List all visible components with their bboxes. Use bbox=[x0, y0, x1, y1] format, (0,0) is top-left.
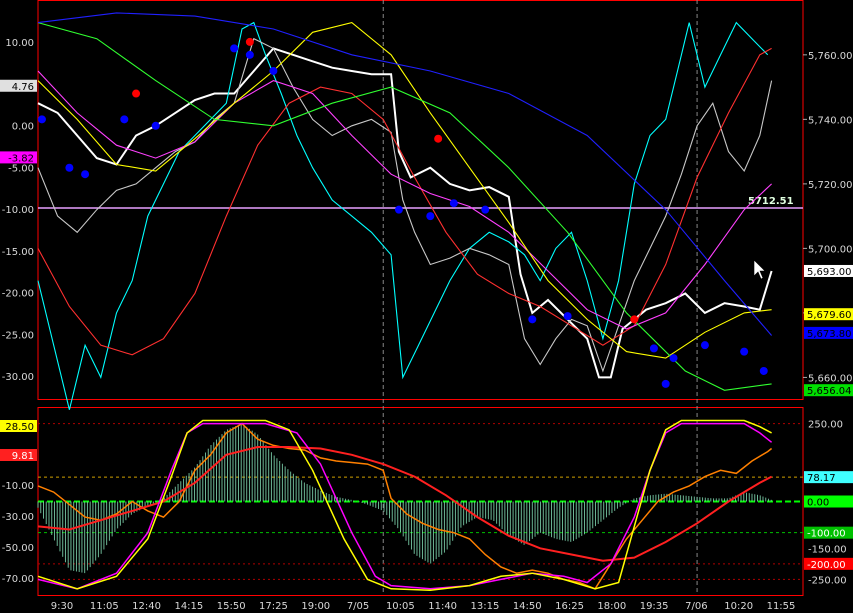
oscillator-panel bbox=[37, 419, 803, 592]
x-tick-label: 17:25 bbox=[259, 601, 288, 612]
price-panel: 5712.51 bbox=[37, 12, 803, 410]
x-tick-label: 16:25 bbox=[555, 601, 584, 612]
price-panel-border bbox=[37, 0, 804, 400]
x-tick-label: 7/05 bbox=[347, 601, 369, 612]
price-series-line bbox=[37, 47, 772, 356]
right-tick-label: 5,740.00 bbox=[808, 115, 853, 126]
signal-dot bbox=[426, 212, 435, 221]
left-tick-label: 10.00 bbox=[5, 38, 34, 49]
price-series-line bbox=[37, 70, 772, 330]
x-tick-label: 12:40 bbox=[132, 601, 161, 612]
oscillator-badge-label: -100.00 bbox=[807, 529, 846, 540]
signal-dot bbox=[563, 312, 572, 321]
oscillator-left-tick: -30.00 bbox=[2, 512, 34, 523]
signal-dot bbox=[132, 89, 141, 98]
left-tick-label: 0.00 bbox=[12, 122, 34, 133]
left-tick-label: -20.00 bbox=[2, 289, 34, 300]
signal-dot bbox=[81, 170, 90, 179]
signal-dot bbox=[630, 315, 639, 324]
x-tick-label: 19:35 bbox=[640, 601, 669, 612]
signal-dot bbox=[740, 347, 749, 356]
signal-dot bbox=[230, 44, 239, 53]
price-series-line bbox=[37, 37, 773, 373]
price-badge-label: 5,673.80 bbox=[807, 329, 852, 340]
price-series-line bbox=[37, 21, 769, 410]
x-tick-label: 14:50 bbox=[513, 601, 542, 612]
x-tick-label: 7/06 bbox=[685, 601, 707, 612]
left-tick-label: -10.00 bbox=[2, 205, 34, 216]
chart-canvas: 5712.51 10.00 0.00 -5.00 -10.00 -15.00 -20.00… bbox=[0, 0, 853, 612]
right-tick-label: 5,720.00 bbox=[808, 180, 853, 191]
x-tick-label: 18:00 bbox=[597, 601, 626, 612]
price-badge-label: 5,679.60 bbox=[807, 310, 852, 321]
trading-chart: 5712.51 10.00 0.00 -5.00 -10.00 -15.00 -20.00… bbox=[0, 0, 853, 613]
x-tick-label: 11:05 bbox=[90, 601, 119, 612]
signal-dot bbox=[120, 115, 129, 124]
price-series-line bbox=[37, 21, 772, 359]
x-tick-label: 11:40 bbox=[428, 601, 457, 612]
right-tick-label: 5,660.00 bbox=[808, 373, 853, 384]
x-tick-label: 9:30 bbox=[51, 601, 73, 612]
price-badge-label: 5,656.04 bbox=[807, 386, 852, 397]
signal-dot bbox=[481, 205, 490, 214]
reference-line-label: 5712.51 bbox=[748, 196, 794, 207]
signal-dot bbox=[700, 341, 709, 350]
signal-dot bbox=[245, 37, 254, 46]
signal-dot bbox=[269, 66, 278, 75]
oscillator-left-tick: -70.00 bbox=[2, 574, 34, 585]
left-tick-label: -30.00 bbox=[2, 372, 34, 383]
oscillator-left-tick: -10.00 bbox=[2, 481, 34, 492]
x-tick-label: 15:50 bbox=[217, 601, 246, 612]
signal-dot bbox=[669, 354, 678, 363]
right-tick-label: 5,700.00 bbox=[808, 244, 853, 255]
oscillator-badge-label: 0.00 bbox=[807, 498, 829, 509]
x-tick-label: 14:15 bbox=[174, 601, 203, 612]
oscillator-right-tick: 250.00 bbox=[808, 420, 843, 431]
right-tick-label: 5,760.00 bbox=[808, 51, 853, 62]
left-value-badge-label: 4.76 bbox=[12, 82, 34, 93]
x-tick-label: 13:15 bbox=[471, 601, 500, 612]
signal-dot bbox=[649, 344, 658, 353]
signal-dot bbox=[661, 379, 670, 388]
oscillator-left-tick: -50.00 bbox=[2, 543, 34, 554]
signal-dot bbox=[65, 163, 74, 172]
left-tick-label: -5.00 bbox=[8, 163, 34, 174]
axes: 10.00 0.00 -5.00 -10.00 -15.00 -20.00 -25.00 -3… bbox=[0, 38, 853, 612]
signal-dot bbox=[394, 205, 403, 214]
oscillator-left-badge-label: 28.50 bbox=[5, 422, 34, 433]
oscillator-right-tick: -250.00 bbox=[808, 575, 847, 586]
price-series-line bbox=[37, 47, 773, 379]
signal-dot bbox=[759, 366, 768, 375]
left-tick-label: -15.00 bbox=[2, 247, 34, 258]
signal-dot bbox=[37, 115, 46, 124]
oscillator-right-tick: -150.00 bbox=[808, 544, 847, 555]
signal-dot bbox=[245, 50, 254, 59]
left-tick-label: -25.00 bbox=[2, 330, 34, 341]
signal-dot bbox=[434, 134, 443, 143]
x-tick-label: 10:05 bbox=[386, 601, 415, 612]
signal-dot bbox=[528, 315, 537, 324]
mouse-cursor-icon bbox=[753, 259, 766, 280]
x-tick-label: 10:20 bbox=[724, 601, 753, 612]
oscillator-left-badge-label: 9.81 bbox=[12, 451, 34, 462]
price-badge-label: 5,693.00 bbox=[807, 267, 852, 278]
oscillator-badge-label: 78.17 bbox=[807, 473, 836, 484]
signal-dot bbox=[151, 121, 160, 130]
signal-dot bbox=[449, 199, 458, 208]
left-value-badge-label: -3.82 bbox=[8, 153, 34, 164]
oscillator-badge-label: -200.00 bbox=[807, 560, 846, 571]
x-tick-label: 11:55 bbox=[767, 601, 796, 612]
x-tick-label: 19:00 bbox=[301, 601, 330, 612]
